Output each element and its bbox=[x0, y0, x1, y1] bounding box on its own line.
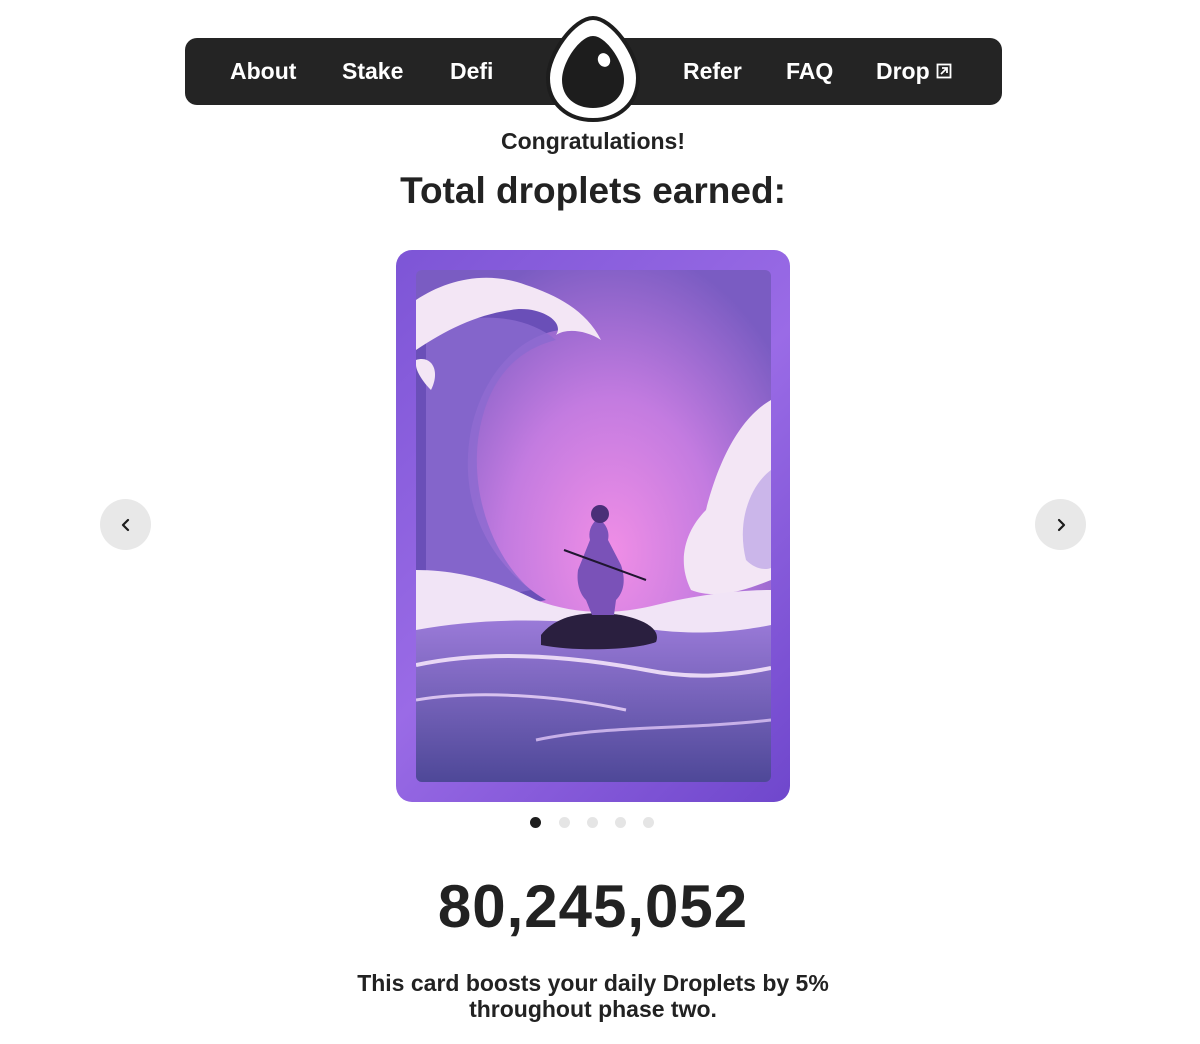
carousel-next-button[interactable] bbox=[1035, 499, 1086, 550]
boost-description-line-2: throughout phase two. bbox=[469, 996, 717, 1022]
chevron-right-icon bbox=[1057, 518, 1065, 531]
card-artwork bbox=[416, 270, 771, 782]
nav-link-drop[interactable]: Drop bbox=[876, 38, 952, 105]
page: About Stake Defi Refer FAQ Drop Congratu… bbox=[0, 0, 1200, 1044]
boost-description-line-1: This card boosts your daily Droplets by … bbox=[357, 970, 829, 996]
total-droplets-value: 80,245,052 bbox=[437, 873, 749, 940]
carousel-dot-2[interactable] bbox=[559, 817, 570, 828]
droplet-logo-icon[interactable] bbox=[544, 14, 642, 124]
boost-description: This card boosts your daily Droplets by … bbox=[293, 970, 893, 1022]
nav-link-about[interactable]: About bbox=[230, 38, 296, 105]
nav-link-faq[interactable]: FAQ bbox=[786, 38, 833, 105]
carousel-dot-5[interactable] bbox=[643, 817, 654, 828]
nav-link-drop-label: Drop bbox=[876, 58, 930, 84]
nav-link-defi[interactable]: Defi bbox=[450, 38, 493, 105]
page-title: Total droplets earned: bbox=[400, 170, 786, 211]
wave-illustration bbox=[416, 270, 771, 782]
chevron-left-icon bbox=[121, 518, 129, 531]
carousel-dot-4[interactable] bbox=[615, 817, 626, 828]
nav-link-stake[interactable]: Stake bbox=[342, 38, 403, 105]
carousel-dot-3[interactable] bbox=[587, 817, 598, 828]
reward-card bbox=[396, 250, 790, 802]
carousel-dot-1[interactable] bbox=[530, 817, 541, 828]
congratulations-text: Congratulations! bbox=[501, 128, 685, 154]
nav-link-refer[interactable]: Refer bbox=[683, 38, 742, 105]
carousel-prev-button[interactable] bbox=[100, 499, 151, 550]
external-link-icon bbox=[936, 63, 952, 79]
